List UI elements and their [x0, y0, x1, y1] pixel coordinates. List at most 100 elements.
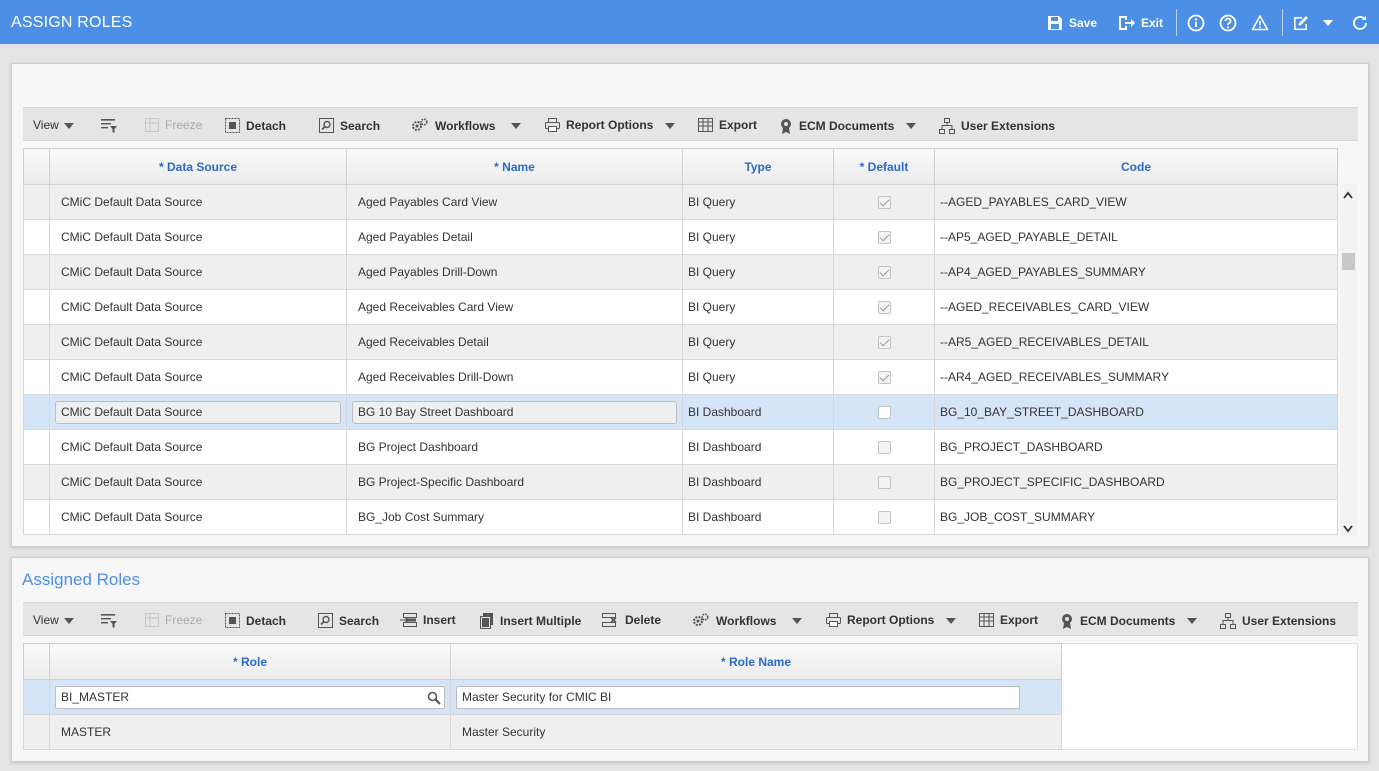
- refresh-icon[interactable]: [1350, 13, 1370, 33]
- name-field[interactable]: BG 10 Bay Street Dashboard: [352, 400, 677, 424]
- view-menu[interactable]: View: [33, 118, 59, 132]
- insert-button[interactable]: Insert: [400, 613, 456, 627]
- cell-data-source[interactable]: CMiC Default Data Source: [49, 184, 347, 220]
- cell-code[interactable]: --AR4_AGED_RECEIVABLES_SUMMARY: [934, 359, 1338, 395]
- table-row[interactable]: CMiC Default Data Source Aged Payables D…: [23, 219, 1338, 255]
- row-selector[interactable]: [23, 219, 50, 255]
- role-lookup-input[interactable]: BI_MASTER: [55, 685, 445, 709]
- ecm-documents-dropdown-icon[interactable]: [906, 123, 916, 129]
- data-source-field[interactable]: CMiC Default Data Source: [55, 400, 341, 424]
- filter-button[interactable]: [101, 613, 117, 628]
- user-extensions-button[interactable]: User Extensions: [939, 118, 1055, 134]
- row-selector[interactable]: [23, 429, 50, 465]
- column-header-role[interactable]: * Role: [49, 643, 451, 680]
- table-row[interactable]: CMiC Default Data Source BG Project-Spec…: [23, 464, 1338, 500]
- cell-type[interactable]: BI Query: [682, 219, 834, 255]
- workflows-dropdown-icon[interactable]: [792, 618, 802, 624]
- cell-name[interactable]: Aged Receivables Detail: [346, 324, 683, 360]
- row-selector[interactable]: [23, 359, 50, 395]
- default-checkbox[interactable]: [877, 476, 891, 490]
- role-name-input[interactable]: Master Security for CMIC BI: [456, 685, 1020, 709]
- row-selector[interactable]: [23, 714, 50, 750]
- user-extensions-button[interactable]: User Extensions: [1220, 613, 1336, 629]
- row-selector[interactable]: [23, 324, 50, 360]
- cell-name[interactable]: BG_Job Cost Summary: [346, 499, 683, 535]
- table-row[interactable]: CMiC Default Data Source Aged Receivable…: [23, 359, 1338, 395]
- workflows-button[interactable]: Workflows: [692, 613, 776, 628]
- freeze-button[interactable]: Freeze: [145, 118, 202, 132]
- row-selector[interactable]: [23, 289, 50, 325]
- table-row[interactable]: MASTER Master Security: [23, 714, 1062, 750]
- scroll-down-icon[interactable]: [1343, 522, 1353, 536]
- cell-type[interactable]: BI Query: [682, 254, 834, 290]
- default-checkbox[interactable]: [877, 301, 891, 315]
- row-selector[interactable]: [23, 499, 50, 535]
- info-icon[interactable]: [1186, 13, 1206, 33]
- cell-type[interactable]: BI Query: [682, 359, 834, 395]
- scroll-thumb[interactable]: [1342, 253, 1355, 270]
- row-selector[interactable]: [23, 394, 50, 430]
- search-button[interactable]: Search: [318, 613, 379, 628]
- selected-table-row[interactable]: BI_MASTER Master Security for CMIC BI: [23, 679, 1062, 715]
- freeze-button[interactable]: Freeze: [145, 613, 202, 627]
- cell-type[interactable]: BI Query: [682, 289, 834, 325]
- report-options-dropdown-icon[interactable]: [665, 123, 675, 129]
- search-button[interactable]: Search: [319, 118, 380, 133]
- cell-code[interactable]: --AP5_AGED_PAYABLE_DETAIL: [934, 219, 1338, 255]
- detach-button[interactable]: Detach: [225, 118, 286, 133]
- ecm-documents-button[interactable]: ECM Documents: [779, 118, 894, 134]
- table-row[interactable]: CMiC Default Data Source BG_Job Cost Sum…: [23, 499, 1338, 535]
- chevron-down-icon[interactable]: [1318, 13, 1338, 33]
- cell-type[interactable]: BI Dashboard: [682, 464, 834, 500]
- ecm-documents-button[interactable]: ECM Documents: [1060, 613, 1175, 629]
- column-header-type[interactable]: Type: [682, 148, 834, 185]
- cell-type[interactable]: BI Dashboard: [682, 499, 834, 535]
- cell-name[interactable]: Aged Receivables Drill-Down: [346, 359, 683, 395]
- delete-button[interactable]: Delete: [602, 613, 661, 627]
- workflows-button[interactable]: Workflows: [411, 118, 495, 133]
- row-selector[interactable]: [23, 679, 50, 715]
- cell-type[interactable]: BI Query: [682, 184, 834, 220]
- search-icon[interactable]: [427, 691, 441, 705]
- column-header-name[interactable]: * Name: [346, 148, 683, 185]
- default-checkbox[interactable]: [877, 406, 891, 420]
- row-selector[interactable]: [23, 464, 50, 500]
- cell-name[interactable]: BG Project Dashboard: [346, 429, 683, 465]
- filter-button[interactable]: [101, 118, 117, 133]
- cell-type[interactable]: BI Dashboard: [682, 429, 834, 465]
- cell-code[interactable]: --AR5_AGED_RECEIVABLES_DETAIL: [934, 324, 1338, 360]
- warning-icon[interactable]: [1250, 13, 1270, 33]
- cell-name[interactable]: Aged Payables Card View: [346, 184, 683, 220]
- view-dropdown-icon[interactable]: [64, 618, 74, 624]
- cell-type[interactable]: BI Query: [682, 324, 834, 360]
- workflows-dropdown-icon[interactable]: [511, 123, 521, 129]
- default-checkbox[interactable]: [877, 441, 891, 455]
- cell-name[interactable]: Aged Payables Drill-Down: [346, 254, 683, 290]
- table-row[interactable]: CMiC Default Data Source Aged Payables D…: [23, 254, 1338, 290]
- vertical-scrollbar[interactable]: [1340, 184, 1357, 536]
- cell-data-source[interactable]: CMiC Default Data Source: [49, 289, 347, 325]
- scroll-up-icon[interactable]: [1343, 188, 1353, 202]
- row-selector[interactable]: [23, 254, 50, 290]
- cell-code[interactable]: --AGED_RECEIVABLES_CARD_VIEW: [934, 289, 1338, 325]
- report-options-button[interactable]: Report Options: [826, 613, 934, 627]
- cell-data-source[interactable]: CMiC Default Data Source: [49, 219, 347, 255]
- cell-code[interactable]: BG_10_BAY_STREET_DASHBOARD: [934, 394, 1338, 430]
- selected-table-row[interactable]: CMiC Default Data Source BG 10 Bay Stree…: [23, 394, 1338, 430]
- detach-button[interactable]: Detach: [225, 613, 286, 628]
- cell-code[interactable]: BG_JOB_COST_SUMMARY: [934, 499, 1338, 535]
- export-button[interactable]: Export: [698, 118, 757, 132]
- cell-code[interactable]: BG_PROJECT_SPECIFIC_DASHBOARD: [934, 464, 1338, 500]
- default-checkbox[interactable]: [877, 266, 891, 280]
- insert-multiple-button[interactable]: Insert Multiple: [480, 613, 581, 629]
- column-header-data-source[interactable]: * Data Source: [49, 148, 347, 185]
- report-options-dropdown-icon[interactable]: [946, 618, 956, 624]
- view-menu[interactable]: View: [33, 613, 59, 627]
- ecm-documents-dropdown-icon[interactable]: [1187, 618, 1197, 624]
- column-header-default[interactable]: * Default: [833, 148, 935, 185]
- cell-data-source[interactable]: CMiC Default Data Source: [49, 254, 347, 290]
- edit-icon[interactable]: [1291, 13, 1311, 33]
- save-button[interactable]: Save: [1047, 14, 1097, 32]
- row-selector[interactable]: [23, 184, 50, 220]
- cell-code[interactable]: BG_PROJECT_DASHBOARD: [934, 429, 1338, 465]
